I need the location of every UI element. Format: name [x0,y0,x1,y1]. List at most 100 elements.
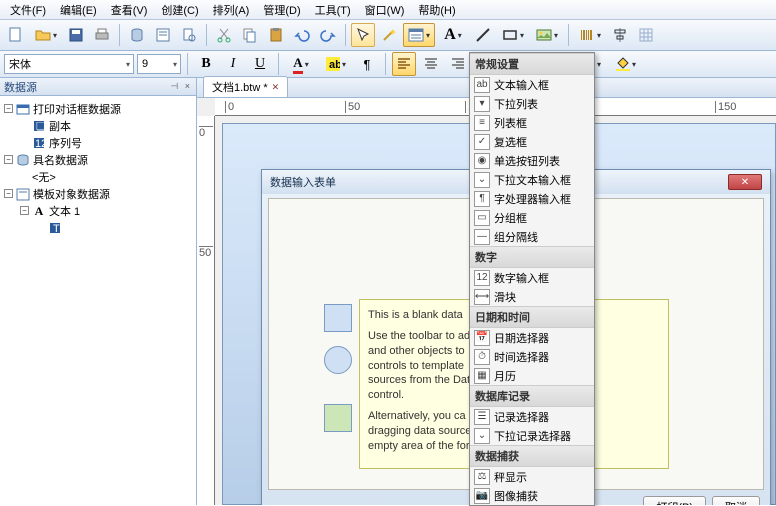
barcode-tool-icon[interactable] [574,23,606,47]
collapse-icon[interactable]: − [4,155,13,164]
scale-icon: ⚖ [474,469,490,485]
menu-tools[interactable]: 工具(T) [309,0,357,20]
dd-date-picker[interactable]: 📅日期选择器 [470,328,594,347]
redo-icon[interactable] [316,23,340,47]
dd-month-calendar[interactable]: ▦月历 [470,366,594,385]
dd-scale-display[interactable]: ⚖秤显示 [470,467,594,486]
dd-checkbox[interactable]: ✓复选框 [470,132,594,151]
menu-window[interactable]: 窗口(W) [359,0,411,20]
groupbox-icon: ▭ [474,210,490,226]
undo-icon[interactable] [290,23,314,47]
fill-color-icon[interactable] [610,52,642,76]
tab-document[interactable]: 文档1.btw *✕ [203,76,288,97]
combo-icon: ⌄ [474,172,490,188]
tree-node[interactable]: <无> [32,169,56,185]
dropdown-header: 数据库记录 [470,385,594,407]
font-name-combo[interactable]: 宋体 [4,54,134,74]
tree-node[interactable]: 模板对象数据源 [33,186,110,202]
dropdown-header: 常规设置 [470,53,594,75]
highlight-icon[interactable]: ab [320,52,352,76]
wand-icon[interactable] [377,23,401,47]
tree-node[interactable]: 副本 [49,118,71,134]
menu-view[interactable]: 查看(V) [105,0,154,20]
underline-icon[interactable]: U [248,52,272,76]
dialog-close-button[interactable]: ✕ [728,174,762,190]
dd-number-input[interactable]: 12数字输入框 [470,268,594,287]
tree-node[interactable]: 文本 1 [49,203,80,219]
paste-icon[interactable] [264,23,288,47]
svg-text:12: 12 [35,138,46,150]
line-tool-icon[interactable] [471,23,495,47]
cancel-button[interactable]: 取消 [712,496,760,505]
symbol-icon[interactable]: ¶ [355,52,379,76]
menu-arrange[interactable]: 排列(A) [207,0,256,20]
sidebar: 数据源⊣ × −打印对话框数据源 ❏副本 12序列号 −具名数据源 <无> −模… [0,78,197,505]
picture-tool-icon[interactable] [531,23,563,47]
radio-icon: ◉ [474,153,490,169]
align-icon[interactable] [608,23,632,47]
dd-groupbox[interactable]: ▭分组框 [470,208,594,227]
database-icon[interactable] [125,23,149,47]
cut-icon[interactable] [212,23,236,47]
dd-text-input[interactable]: ab文本输入框 [470,75,594,94]
data-source-tree[interactable]: −打印对话框数据源 ❏副本 12序列号 −具名数据源 <无> −模板对象数据源 … [0,96,196,240]
separator-icon: ― [474,229,490,245]
svg-text:T: T [53,223,60,235]
copy-icon[interactable] [238,23,262,47]
save-icon[interactable] [64,23,88,47]
grid-icon[interactable] [634,23,658,47]
print-button[interactable]: 打印(P) [643,496,706,505]
dd-slider[interactable]: ⟷滑块 [470,287,594,306]
font-size-combo[interactable]: 9 [137,54,181,74]
tree-node[interactable]: 打印对话框数据源 [33,101,121,117]
dd-radio-list[interactable]: ◉单选按钮列表 [470,151,594,170]
italic-icon[interactable]: I [221,52,245,76]
checkbox-icon: ✓ [474,134,490,150]
form-control-icon[interactable] [403,23,435,47]
menu-file[interactable]: 文件(F) [4,0,52,20]
menu-edit[interactable]: 编辑(E) [54,0,103,20]
form-icon[interactable] [151,23,175,47]
print-icon[interactable] [90,23,114,47]
number-icon: 12 [474,270,490,286]
dd-separator[interactable]: ―组分隔线 [470,227,594,246]
dd-time-picker[interactable]: ⏱时间选择器 [470,347,594,366]
shape-tool-icon[interactable] [497,23,529,47]
bold-icon[interactable]: B [194,52,218,76]
collapse-icon[interactable]: − [4,189,13,198]
tree-node[interactable]: 具名数据源 [33,152,88,168]
text-tool-icon[interactable]: A [437,23,469,47]
collapse-icon[interactable]: − [4,104,13,113]
font-color-icon[interactable]: A [285,52,317,76]
format-toolbar: 宋体 9 B I U A ab ¶ 1.0 pt [0,51,776,78]
hint-link-icon [324,346,352,374]
dd-combo-text[interactable]: ⌄下拉文本输入框 [470,170,594,189]
dd-image-capture[interactable]: 📷图像捕获 [470,486,594,505]
dd-dropdown-list[interactable]: ▾下拉列表 [470,94,594,113]
time-icon: ⏱ [474,349,490,365]
tree-node[interactable]: 序列号 [49,135,82,151]
dd-listbox[interactable]: ≡列表框 [470,113,594,132]
dd-record-picker[interactable]: ☰记录选择器 [470,407,594,426]
main-toolbar: A [0,20,776,51]
slider-icon: ⟷ [474,289,490,305]
collapse-icon[interactable]: − [20,206,29,215]
dropdown-header: 日期和时间 [470,306,594,328]
new-icon[interactable] [4,23,28,47]
sidebar-controls[interactable]: ⊣ × [170,81,192,92]
align-right-icon[interactable] [446,52,470,76]
menu-manage[interactable]: 管理(D) [257,0,306,20]
dropdown-icon: ▾ [474,96,490,112]
align-center-icon[interactable] [419,52,443,76]
pointer-icon[interactable] [351,23,375,47]
align-left-icon[interactable] [392,52,416,76]
close-icon[interactable]: ✕ [272,82,280,93]
hint-form-icon [324,304,352,332]
menu-help[interactable]: 帮助(H) [412,0,461,20]
open-icon[interactable] [30,23,62,47]
menu-create[interactable]: 创建(C) [155,0,204,20]
menu-bar: 文件(F) 编辑(E) 查看(V) 创建(C) 排列(A) 管理(D) 工具(T… [0,0,776,20]
dd-record-dropdown[interactable]: ⌄下拉记录选择器 [470,426,594,445]
dd-richtext[interactable]: ¶字处理器输入框 [470,189,594,208]
preview-icon[interactable] [177,23,201,47]
